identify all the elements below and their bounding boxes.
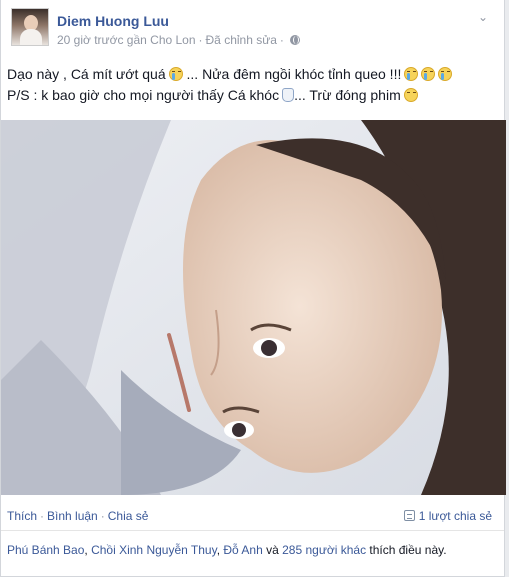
avatar-dress: [20, 29, 42, 45]
likes-suffix: thích điều này.: [366, 543, 447, 557]
action-separator: ·: [40, 509, 45, 523]
post-body: Dạo này , Cá mít ướt quá ... Nửa đêm ngồ…: [7, 64, 494, 106]
author-name[interactable]: Diem Huong Luu: [57, 13, 169, 29]
post-text-segment: Dạo này , Cá mít ướt quá: [7, 66, 166, 82]
photo-illustration: [1, 120, 506, 495]
action-separator: ·: [100, 509, 105, 523]
grinning-face-icon: [403, 88, 418, 102]
chevron-down-icon[interactable]: ⌄: [476, 10, 490, 24]
crying-face-icon: [421, 67, 436, 81]
liker-name[interactable]: Phú Bánh Bao: [7, 543, 84, 557]
post-meta: 20 giờ trước gần Cho Lon · Đã chỉnh sửa ·: [57, 33, 300, 47]
crying-face-icon: [438, 67, 453, 81]
avatar[interactable]: [11, 8, 49, 46]
other-likers-link[interactable]: 285 người khác: [282, 543, 366, 557]
crying-face-icon: [168, 67, 183, 81]
post-text-line-2: P/S : k bao giờ cho mọi người thấy Cá kh…: [7, 85, 494, 106]
meta-separator: ·: [279, 33, 284, 47]
post-photo[interactable]: [1, 120, 506, 495]
like-link[interactable]: Thích: [7, 509, 37, 523]
crying-face-icon: [404, 67, 419, 81]
likes-and: và: [262, 543, 283, 557]
post-text-segment: ... Trừ đóng phim: [294, 87, 401, 103]
raised-hand-icon: [282, 88, 295, 102]
share-icon: [403, 510, 415, 521]
divider: [1, 530, 504, 531]
post-actions: Thích · Bình luận · Chia sẻ 1 lượt chia sẻ: [7, 509, 492, 525]
share-count-label: 1 lượt chia sẻ: [418, 509, 492, 523]
post-header: Diem Huong Luu 20 giờ trước gần Cho Lon ·…: [11, 8, 494, 52]
post-time[interactable]: 20 giờ trước gần Cho Lon: [57, 33, 196, 47]
comment-link[interactable]: Bình luận: [47, 509, 98, 523]
liker-name[interactable]: Chồi Xinh Nguyễn Thuy: [91, 543, 217, 557]
post-text-line-1: Dạo này , Cá mít ướt quá ... Nửa đêm ngồ…: [7, 64, 494, 85]
likes-summary: Phú Bánh Bao, Chồi Xinh Nguyễn Thuy, Đỗ …: [7, 543, 494, 557]
post-text-segment: ... Nửa đêm ngồi khóc tỉnh queo !!!: [186, 66, 402, 82]
post-text-segment: P/S : k bao giờ cho mọi người thấy Cá kh…: [7, 87, 280, 103]
post-card: Diem Huong Luu 20 giờ trước gần Cho Lon ·…: [0, 0, 506, 577]
liker-name[interactable]: Đỗ Anh: [223, 543, 262, 557]
edited-label[interactable]: Đã chỉnh sửa: [206, 33, 277, 47]
meta-separator: ·: [198, 33, 203, 47]
share-count[interactable]: 1 lượt chia sẻ: [403, 509, 492, 523]
share-link[interactable]: Chia sẻ: [108, 509, 149, 523]
globe-icon[interactable]: [289, 35, 300, 45]
